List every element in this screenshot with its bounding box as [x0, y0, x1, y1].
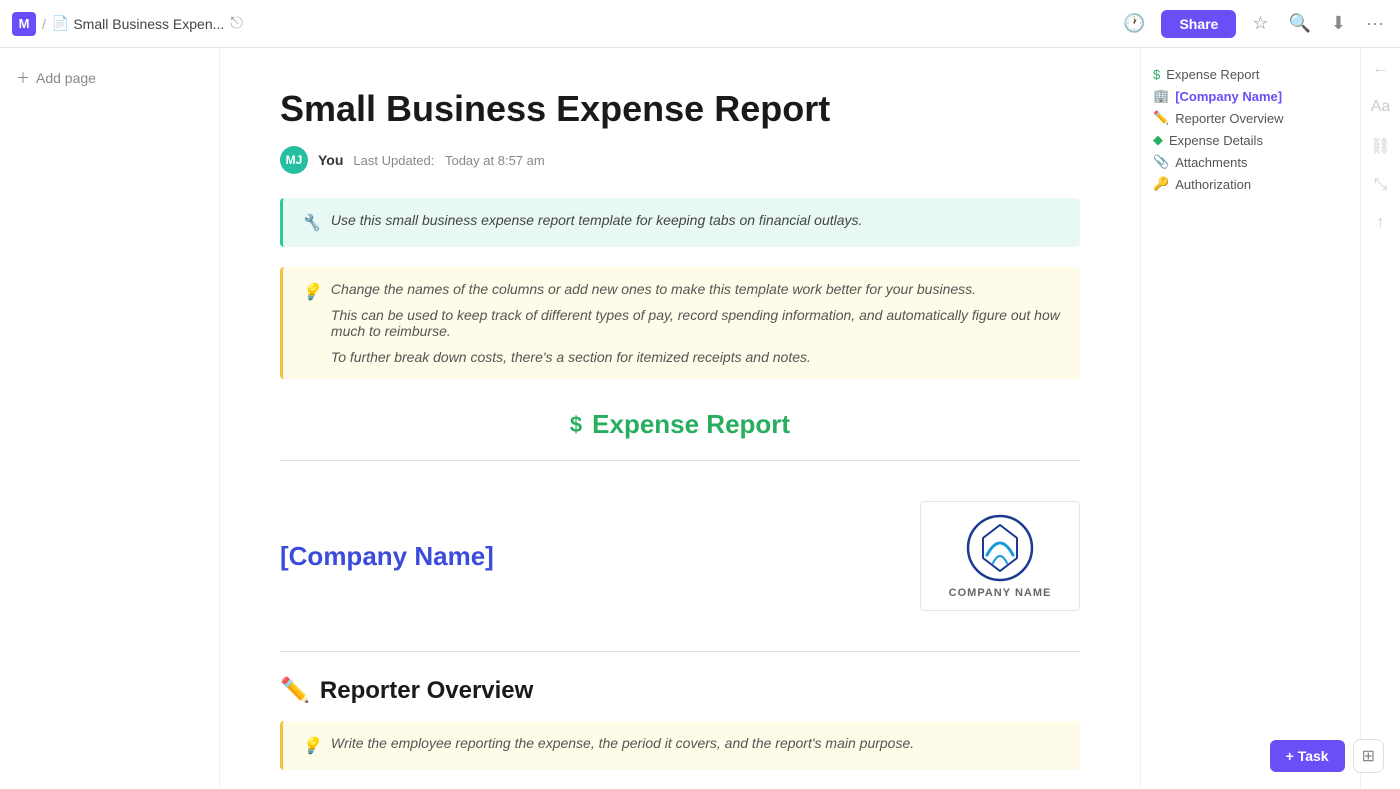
export-icon[interactable]: ⎋ — [230, 15, 243, 33]
toc-item-5[interactable]: 🔑 Authorization — [1153, 173, 1348, 195]
content-area: Small Business Expense Report MJ You Las… — [220, 48, 1140, 789]
task-button[interactable]: + Task — [1270, 740, 1345, 772]
callout-yellow: 💡 Change the names of the columns or add… — [280, 267, 1080, 379]
topbar: M / 📄 Small Business Expen... ⎋ 🕐 Share … — [0, 0, 1400, 48]
meta-prefix: Last Updated: — [353, 153, 434, 168]
callout-yellow-p3: To further break down costs, there's a s… — [331, 349, 1062, 365]
toc-icon-5: 🔑 — [1153, 176, 1169, 192]
divider-top — [280, 460, 1080, 461]
company-logo-label: COMPANY NAME — [949, 587, 1052, 599]
download-icon[interactable]: ⬇ — [1327, 9, 1350, 38]
callout-reporter-icon: 💡 — [301, 736, 321, 756]
callout-green: 🔧 Use this small business expense report… — [280, 198, 1080, 247]
history-icon[interactable]: 🕐 — [1119, 9, 1149, 38]
more-icon[interactable]: ··· — [1362, 9, 1388, 38]
toc-label-3: Expense Details — [1169, 133, 1263, 148]
avatar: MJ — [280, 146, 308, 174]
breadcrumb-sep: / — [42, 16, 46, 32]
doc-title[interactable]: Small Business Expen... — [73, 16, 224, 32]
toc-icon-2: ✏️ — [1153, 110, 1169, 126]
share-button[interactable]: Share — [1161, 10, 1236, 38]
page-title: Small Business Expense Report — [280, 88, 1080, 130]
toc-item-3[interactable]: ◆ Expense Details — [1153, 129, 1348, 151]
reporter-label: Reporter Overview — [320, 677, 533, 705]
company-logo-svg — [965, 513, 1035, 583]
company-row: [Company Name] COMPANY NAME — [280, 481, 1080, 631]
add-page-button[interactable]: ＋ Add page — [8, 64, 104, 92]
toc-label-1: [Company Name] — [1175, 89, 1282, 104]
callout-yellow-icon: 💡 — [301, 282, 321, 302]
star-icon[interactable]: ☆ — [1248, 9, 1272, 38]
callout-green-icon: 🔧 — [301, 213, 321, 233]
callout-reporter-text: Write the employee reporting the expense… — [331, 735, 914, 751]
reporter-overview-heading: ✏️ Reporter Overview — [280, 676, 1080, 705]
callout-reporter: 💡 Write the employee reporting the expen… — [280, 721, 1080, 770]
toc-label-5: Authorization — [1175, 177, 1251, 192]
collapse-icon[interactable]: ← — [1373, 60, 1389, 78]
company-name: [Company Name] — [280, 541, 494, 572]
toc-item-4[interactable]: 📎 Attachments — [1153, 151, 1348, 173]
toc-icon-4: 📎 — [1153, 154, 1169, 170]
upload-icon[interactable]: ↑ — [1377, 214, 1385, 232]
expense-report-label: Expense Report — [592, 409, 790, 440]
author-row: MJ You Last Updated: Today at 8:57 am — [280, 146, 1080, 174]
divider-bottom — [280, 651, 1080, 652]
right-edge-tools: ← Aa ⛓ ⤡ ↑ — [1360, 48, 1400, 789]
toc-icon-3: ◆ — [1153, 132, 1163, 148]
myspace-logo[interactable]: M — [12, 12, 36, 36]
callout-green-text: Use this small business expense report t… — [331, 212, 863, 228]
expense-report-heading: $ Expense Report — [280, 409, 1080, 440]
plus-icon: ＋ — [16, 68, 30, 88]
topbar-right: 🕐 Share ☆ 🔍 ⬇ ··· — [1119, 9, 1388, 38]
topbar-left: M / 📄 Small Business Expen... ⎋ — [12, 12, 1119, 36]
reporter-emoji: ✏️ — [280, 676, 310, 705]
company-logo-box: COMPANY NAME — [920, 501, 1080, 611]
search-icon[interactable]: 🔍 — [1285, 9, 1315, 38]
toc: $ Expense Report 🏢 [Company Name] ✏️ Reporter… — [1153, 64, 1348, 195]
link-icon[interactable]: ⛓ — [1370, 136, 1390, 156]
toc-item-1[interactable]: 🏢 [Company Name] — [1153, 85, 1348, 107]
doc-icon: 📄 — [52, 15, 69, 32]
toc-label-2: Reporter Overview — [1175, 111, 1283, 126]
toc-item-2[interactable]: ✏️ Reporter Overview — [1153, 107, 1348, 129]
avatar-initials: MJ — [286, 153, 303, 167]
author-meta: Last Updated: Today at 8:57 am — [353, 153, 544, 168]
callout-yellow-p2: This can be used to keep track of differ… — [331, 307, 1062, 339]
expand-icon[interactable]: ⤡ — [1374, 176, 1387, 194]
add-page-label: Add page — [36, 70, 96, 86]
author-name: You — [318, 152, 343, 168]
toc-icon-0: $ — [1153, 67, 1160, 82]
toc-item-0[interactable]: $ Expense Report — [1153, 64, 1348, 85]
font-icon[interactable]: Aa — [1371, 98, 1391, 116]
breadcrumb-doc: 📄 Small Business Expen... — [52, 15, 224, 32]
callout-yellow-text: Change the names of the columns or add n… — [331, 281, 1062, 365]
left-sidebar: ＋ Add page — [0, 48, 220, 789]
bottom-right-actions: + Task ⊞ — [1270, 739, 1384, 773]
grid-button[interactable]: ⊞ — [1353, 739, 1384, 773]
toc-label-0: Expense Report — [1166, 67, 1259, 82]
main-layout: ＋ Add page Small Business Expense Report… — [0, 48, 1400, 789]
dollar-icon: $ — [570, 412, 582, 438]
callout-yellow-p1: Change the names of the columns or add n… — [331, 281, 1062, 297]
meta-value: Today at 8:57 am — [445, 153, 545, 168]
right-sidebar-toc: $ Expense Report 🏢 [Company Name] ✏️ Reporter… — [1140, 48, 1360, 789]
toc-icon-1: 🏢 — [1153, 88, 1169, 104]
toc-label-4: Attachments — [1175, 155, 1247, 170]
